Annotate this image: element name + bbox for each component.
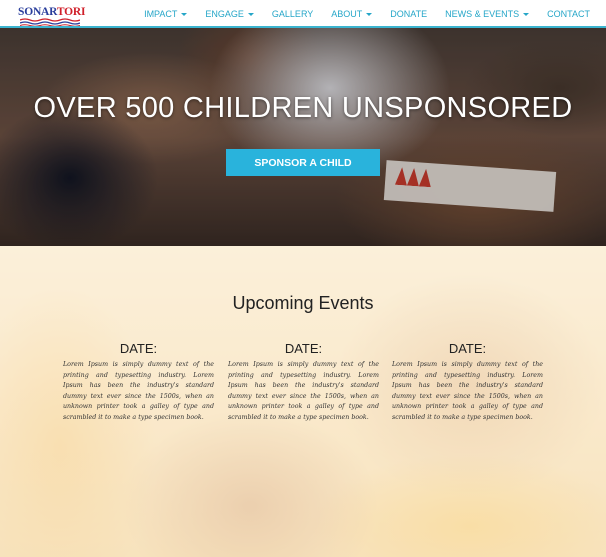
nav-item-label: ENGAGE (205, 9, 244, 19)
nav-item-engage[interactable]: ENGAGE (196, 9, 263, 19)
hero-title: OVER 500 CHILDREN UNSPONSORED (33, 92, 573, 124)
event-card: DATE: Lorem Ipsum is simply dummy text o… (228, 341, 379, 424)
nav-item-label: DONATE (390, 9, 428, 19)
caret-down-icon (366, 13, 373, 16)
hero-overlay (0, 28, 606, 246)
hero-banner: OVER 500 CHILDREN UNSPONSORED SPONSOR A … (0, 28, 606, 246)
nav-menu: IMPACT ENGAGE GALLERY ABOUT DONATE NEWS … (135, 0, 590, 28)
event-date: DATE: (448, 341, 487, 356)
caret-down-icon (523, 13, 530, 16)
event-description: Lorem Ipsum is simply dummy text of the … (63, 361, 214, 421)
nav-item-label: CONTACT (547, 9, 590, 19)
logo-text: SONARTORI (18, 5, 85, 19)
nav-item-gallery[interactable]: GALLERY (263, 9, 322, 19)
sponsor-a-child-button[interactable]: SPONSOR A CHILD (226, 149, 380, 176)
section-title: Upcoming Events (232, 293, 374, 313)
event-card: DATE: Lorem Ipsum is simply dummy text o… (63, 341, 214, 424)
caret-down-icon (181, 13, 188, 16)
navbar: SONARTORI IMPACT ENGAGE GALLERY ABOUT DO… (0, 0, 606, 28)
logo-text-tori: TORI (56, 6, 86, 18)
event-date: DATE: (284, 341, 323, 356)
nav-item-label: NEWS & EVENTS (445, 9, 520, 19)
nav-item-news-events[interactable]: NEWS & EVENTS (436, 9, 538, 19)
nav-item-contact[interactable]: CONTACT (538, 9, 590, 19)
caret-down-icon (247, 13, 254, 16)
logo-waves-icon (20, 18, 80, 26)
event-description: Lorem Ipsum is simply dummy text of the … (392, 361, 543, 421)
nav-item-label: ABOUT (331, 9, 363, 19)
nav-item-about[interactable]: ABOUT (322, 9, 381, 19)
nav-item-label: GALLERY (271, 9, 314, 19)
nav-item-label: IMPACT (144, 9, 178, 19)
event-description: Lorem Ipsum is simply dummy text of the … (228, 361, 379, 421)
upcoming-events-section: Upcoming Events DATE: Lorem Ipsum is sim… (0, 246, 606, 557)
nav-item-donate[interactable]: DONATE (381, 9, 436, 19)
nav-item-impact[interactable]: IMPACT (135, 9, 196, 19)
event-card: DATE: Lorem Ipsum is simply dummy text o… (392, 341, 543, 424)
event-date: DATE: (119, 341, 158, 356)
logo[interactable]: SONARTORI (18, 5, 85, 26)
logo-text-sonar: SONAR (18, 6, 57, 18)
